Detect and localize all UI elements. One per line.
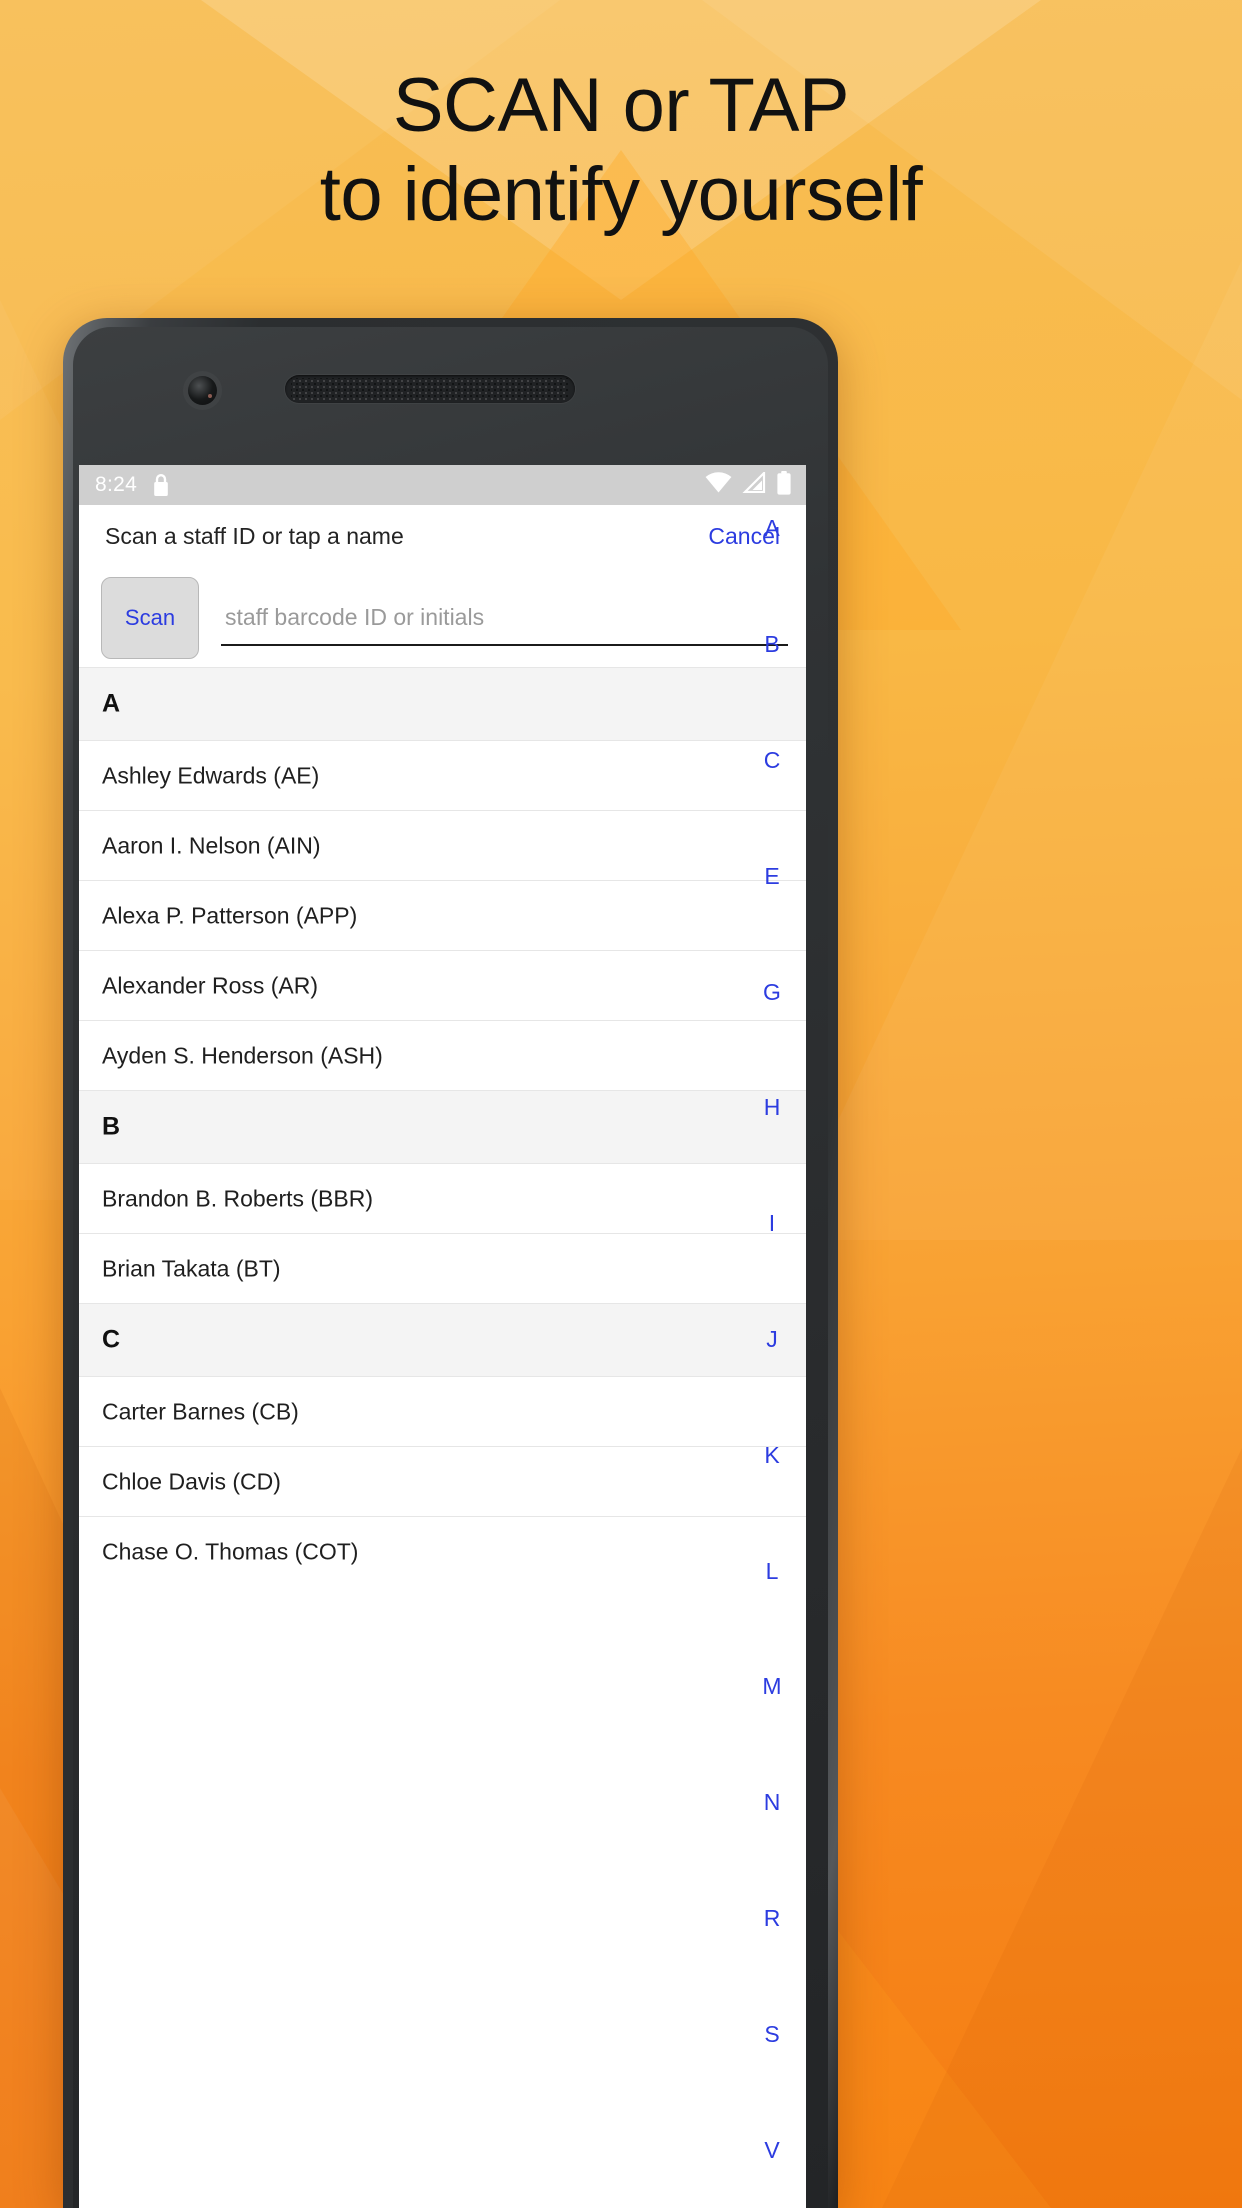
status-bar: 8:24 xyxy=(79,465,806,505)
staff-name-label: Aaron I. Nelson (AIN) xyxy=(102,832,321,858)
background-facet-bottom-right xyxy=(882,1448,1242,2208)
wifi-icon xyxy=(705,472,732,498)
scan-button-label: Scan xyxy=(124,604,176,630)
screen-header: Scan a staff ID or tap a name Cancel xyxy=(79,505,806,568)
alphabet-index-letter[interactable]: G xyxy=(738,934,806,1050)
staff-list-item[interactable]: Chloe Davis (CD) xyxy=(79,1446,806,1516)
staff-list-item[interactable]: Brandon B. Roberts (BBR) xyxy=(79,1163,806,1233)
alphabet-index-letter[interactable]: B xyxy=(738,587,806,703)
alphabet-index-letter[interactable]: L xyxy=(738,1513,806,1629)
section-header: B xyxy=(79,1090,806,1163)
section-header-label: A xyxy=(102,689,121,718)
alphabet-index-letter[interactable]: M xyxy=(738,1629,806,1745)
staff-name-label: Chloe Davis (CD) xyxy=(102,1468,281,1494)
lock-icon xyxy=(151,473,171,498)
scan-button[interactable]: Scan xyxy=(101,576,199,659)
alphabet-index-letter[interactable]: R xyxy=(738,1861,806,1977)
staff-list-item[interactable]: Ashley Edwards (AE) xyxy=(79,740,806,810)
section-header-label: C xyxy=(102,1325,121,1354)
input-underline xyxy=(221,643,788,646)
page-title: Scan a staff ID or tap a name xyxy=(105,523,404,549)
staff-name-label: Ayden S. Henderson (ASH) xyxy=(102,1042,383,1068)
alphabet-index-letter[interactable]: N xyxy=(738,1745,806,1861)
staff-list-item[interactable]: Brian Takata (BT) xyxy=(79,1233,806,1303)
alphabet-index-letter[interactable]: C xyxy=(738,703,806,819)
staff-list-item[interactable]: Aaron I. Nelson (AIN) xyxy=(79,810,806,880)
background-facet-right xyxy=(782,260,1242,1240)
alphabet-index-letter[interactable]: A xyxy=(738,471,806,587)
alphabet-index-letter[interactable]: V xyxy=(738,2092,806,2208)
phone-screen: 8:24 Scan a staff ID or tap a name Cance… xyxy=(79,465,806,2208)
staff-name-label: Chase O. Thomas (COT) xyxy=(102,1538,359,1564)
staff-id-input[interactable]: staff barcode ID or initials xyxy=(221,587,792,649)
staff-list-item[interactable]: Alexander Ross (AR) xyxy=(79,950,806,1020)
staff-name-label: Alexander Ross (AR) xyxy=(102,972,319,998)
promo-headline: SCAN or TAP to identify yourself xyxy=(0,62,1242,240)
phone-mockup: 8:24 Scan a staff ID or tap a name Cance… xyxy=(63,318,838,2208)
status-time: 8:24 xyxy=(95,473,138,496)
staff-list-item[interactable]: Ayden S. Henderson (ASH) xyxy=(79,1020,806,1090)
earpiece-speaker-icon xyxy=(285,375,575,403)
alphabet-index[interactable]: ABCEGHIJKLMNRSV xyxy=(738,465,806,2208)
alphabet-index-letter[interactable]: H xyxy=(738,1050,806,1166)
search-row: Scan staff barcode ID or initials xyxy=(79,568,806,667)
staff-list-item[interactable]: Chase O. Thomas (COT) xyxy=(79,1516,806,1586)
staff-name-label: Brian Takata (BT) xyxy=(102,1255,281,1281)
staff-list-item[interactable]: Carter Barnes (CB) xyxy=(79,1376,806,1446)
alphabet-index-letter[interactable]: E xyxy=(738,818,806,934)
staff-name-label: Carter Barnes (CB) xyxy=(102,1398,299,1424)
section-header: C xyxy=(79,1303,806,1376)
staff-list-item[interactable]: Alexa P. Patterson (APP) xyxy=(79,880,806,950)
staff-id-input-placeholder: staff barcode ID or initials xyxy=(225,604,485,630)
alphabet-index-letter[interactable]: K xyxy=(738,1397,806,1513)
staff-name-label: Ashley Edwards (AE) xyxy=(102,762,320,788)
headline-line-2: to identify yourself xyxy=(319,151,923,237)
section-header: A xyxy=(79,667,806,740)
alphabet-index-letter[interactable]: S xyxy=(738,1976,806,2092)
headline-line-1: SCAN or TAP xyxy=(392,63,850,148)
front-camera-icon xyxy=(188,376,217,405)
alphabet-index-letter[interactable]: J xyxy=(738,1282,806,1398)
section-header-label: B xyxy=(102,1112,121,1141)
staff-list[interactable]: A Ashley Edwards (AE) Aaron I. Nelson (AIN… xyxy=(79,667,806,1586)
alphabet-index-letter[interactable]: I xyxy=(738,1166,806,1282)
staff-name-label: Alexa P. Patterson (APP) xyxy=(102,902,358,928)
staff-name-label: Brandon B. Roberts (BBR) xyxy=(102,1185,374,1211)
